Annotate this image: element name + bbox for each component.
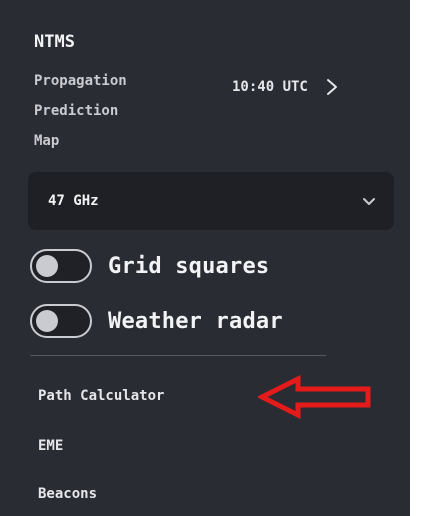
divider	[30, 355, 326, 356]
grid-squares-toggle-row[interactable]: Grid squares	[30, 249, 269, 283]
nav-item-beacons[interactable]: Beacons	[38, 486, 97, 502]
grid-squares-label: Grid squares	[108, 253, 270, 279]
sidebar-panel: NTMS Propagation Prediction Map 10:40 UT…	[0, 0, 410, 516]
chevron-down-icon	[362, 192, 376, 211]
weather-radar-toggle[interactable]	[30, 304, 92, 338]
time-display[interactable]: 10:40 UTC	[232, 78, 338, 96]
nav-item-path-calculator[interactable]: Path Calculator	[38, 388, 164, 404]
arrow-left-icon	[256, 374, 376, 423]
app-title: NTMS	[34, 32, 75, 52]
toggle-knob	[36, 255, 58, 277]
frequency-select[interactable]: 47 GHz	[28, 172, 394, 230]
app-subtitle: Propagation Prediction Map	[34, 73, 127, 149]
utc-time: 10:40 UTC	[232, 79, 308, 95]
weather-radar-label: Weather radar	[108, 308, 283, 334]
chevron-right-icon[interactable]	[326, 78, 338, 96]
nav-item-eme[interactable]: EME	[38, 438, 63, 454]
frequency-select-value: 47 GHz	[48, 193, 99, 209]
toggle-knob	[36, 310, 58, 332]
grid-squares-toggle[interactable]	[30, 249, 92, 283]
weather-radar-toggle-row[interactable]: Weather radar	[30, 304, 283, 338]
